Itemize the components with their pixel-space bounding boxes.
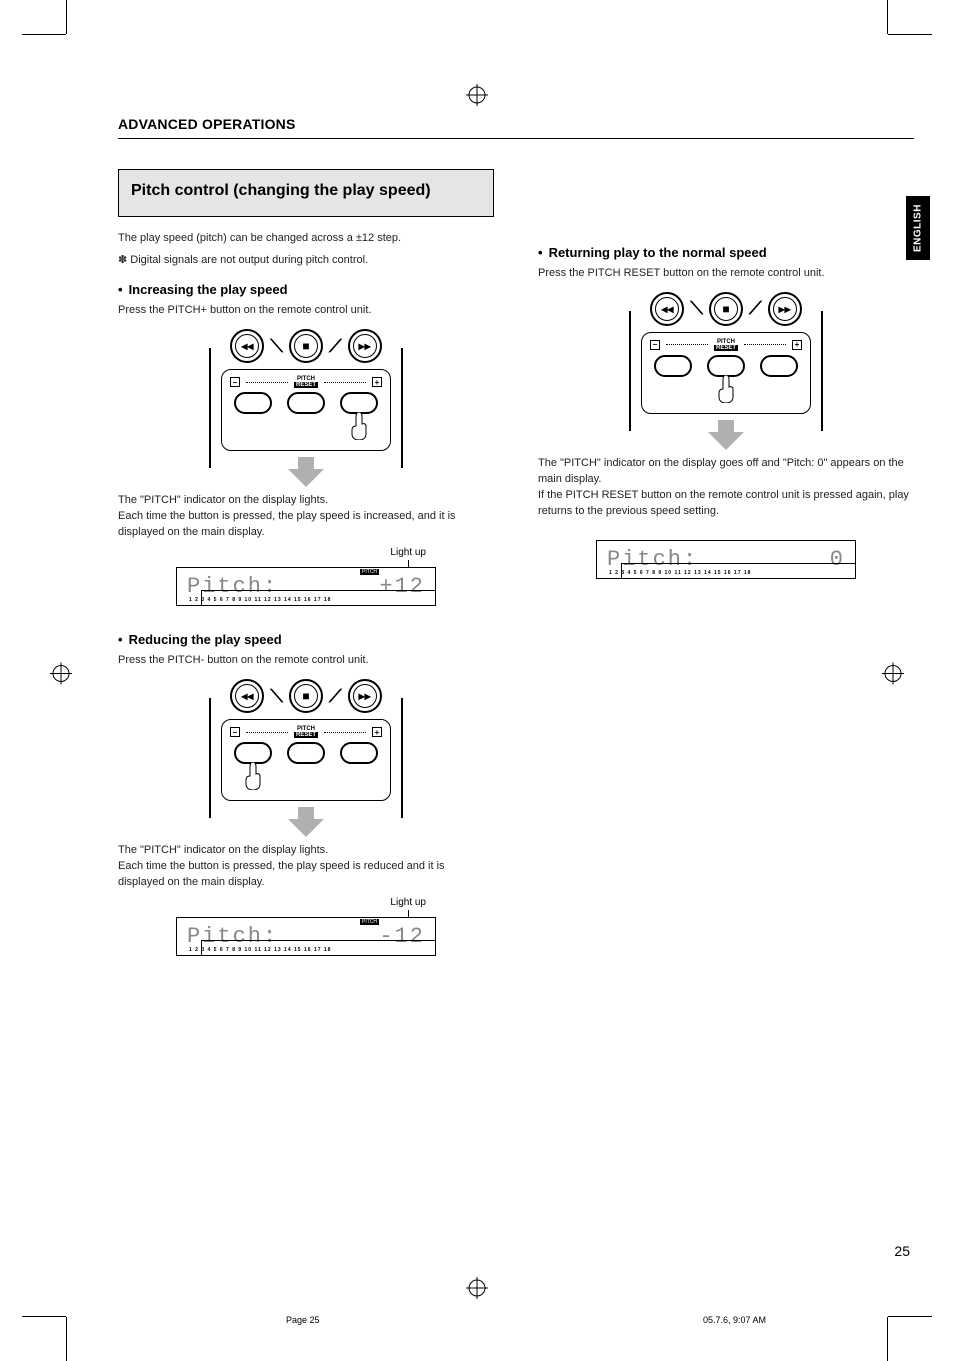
reduce-result-2: Each time the button is pressed, the pla… bbox=[118, 859, 494, 891]
fold-mark-top-icon bbox=[466, 84, 488, 106]
reduce-instruction: Press the PITCH- button on the remote co… bbox=[118, 653, 494, 669]
increase-result-2: Each time the button is pressed, the pla… bbox=[118, 509, 494, 541]
feature-box: Pitch control (changing the play speed) bbox=[118, 169, 494, 217]
remote-diagram-reduce: ◂◂ ⟍ ■ ⟋ ▸▸ – PITCHRESET bbox=[209, 679, 403, 837]
language-tab: ENGLISH bbox=[906, 196, 930, 260]
reset-result-1: The "PITCH" indicator on the display goe… bbox=[538, 456, 914, 488]
reset-heading: •Returning play to the normal speed bbox=[538, 245, 914, 260]
pitch-plus-button bbox=[760, 355, 798, 377]
footer-right: 05.7.6, 9:07 AM bbox=[703, 1315, 766, 1325]
stop-icon: ■ bbox=[709, 292, 743, 326]
light-up-caption: Light up bbox=[390, 897, 426, 918]
forward-icon: ▸▸ bbox=[348, 329, 382, 363]
pitch-reset-button bbox=[287, 392, 325, 414]
minus-box-icon: – bbox=[650, 340, 660, 350]
intro-text: The play speed (pitch) can be changed ac… bbox=[118, 231, 494, 247]
remote-diagram-increase: ◂◂ ⟍ ■ ⟋ ▸▸ – PITCHRESET bbox=[209, 329, 403, 487]
pitch-minus-button bbox=[234, 392, 272, 414]
lcd-display-reduce: PITCH Pitch:-12 1 2 3 4 5 6 7 8 9 10 11 … bbox=[176, 917, 436, 956]
section-heading: ADVANCED OPERATIONS bbox=[118, 116, 914, 132]
minus-box-icon: – bbox=[230, 377, 240, 387]
minus-box-icon: – bbox=[230, 727, 240, 737]
reduce-result-1: The "PITCH" indicator on the display lig… bbox=[118, 843, 494, 859]
plus-box-icon: + bbox=[792, 340, 802, 350]
pitch-reset-button bbox=[287, 742, 325, 764]
pitch-plus-button bbox=[340, 392, 378, 414]
page-number: 25 bbox=[894, 1243, 910, 1259]
light-up-caption: Light up bbox=[390, 547, 426, 568]
increase-result-1: The "PITCH" indicator on the display lig… bbox=[118, 493, 494, 509]
heading-rule bbox=[118, 138, 914, 139]
finger-press-icon bbox=[350, 412, 368, 440]
rewind-icon: ◂◂ bbox=[650, 292, 684, 326]
intro-note: ✽ Digital signals are not output during … bbox=[118, 253, 494, 269]
forward-icon: ▸▸ bbox=[768, 292, 802, 326]
down-arrow-icon bbox=[288, 807, 324, 837]
rewind-icon: ◂◂ bbox=[230, 329, 264, 363]
pitch-minus-button bbox=[234, 742, 272, 764]
pitch-plus-button bbox=[340, 742, 378, 764]
reduce-heading: •Reducing the play speed bbox=[118, 632, 494, 647]
pitch-indicator-tag: PITCH bbox=[360, 569, 379, 575]
increase-heading: •Increasing the play speed bbox=[118, 282, 494, 297]
reset-instruction: Press the PITCH RESET button on the remo… bbox=[538, 266, 914, 282]
finger-press-icon bbox=[244, 762, 262, 790]
increase-instruction: Press the PITCH+ button on the remote co… bbox=[118, 303, 494, 319]
footer-left: Page 25 bbox=[286, 1315, 320, 1325]
pitch-minus-button bbox=[654, 355, 692, 377]
lcd-display-reset: Pitch:0 1 2 3 4 5 6 7 8 9 10 11 12 13 14… bbox=[596, 540, 856, 579]
lcd-display-increase: PITCH Pitch:+12 1 2 3 4 5 6 7 8 9 10 11 … bbox=[176, 567, 436, 606]
remote-diagram-reset: ◂◂ ⟍ ■ ⟋ ▸▸ – PITCHRESET bbox=[629, 292, 823, 450]
stop-icon: ■ bbox=[289, 679, 323, 713]
plus-box-icon: + bbox=[372, 377, 382, 387]
down-arrow-icon bbox=[708, 420, 744, 450]
stop-icon: ■ bbox=[289, 329, 323, 363]
finger-press-icon bbox=[717, 375, 735, 403]
feature-title: Pitch control (changing the play speed) bbox=[131, 180, 481, 202]
down-arrow-icon bbox=[288, 457, 324, 487]
fold-mark-left-icon bbox=[50, 662, 72, 689]
reset-result-2: If the PITCH RESET button on the remote … bbox=[538, 488, 914, 520]
pitch-reset-button bbox=[707, 355, 745, 377]
forward-icon: ▸▸ bbox=[348, 679, 382, 713]
rewind-icon: ◂◂ bbox=[230, 679, 264, 713]
pitch-indicator-tag: PITCH bbox=[360, 919, 379, 925]
plus-box-icon: + bbox=[372, 727, 382, 737]
